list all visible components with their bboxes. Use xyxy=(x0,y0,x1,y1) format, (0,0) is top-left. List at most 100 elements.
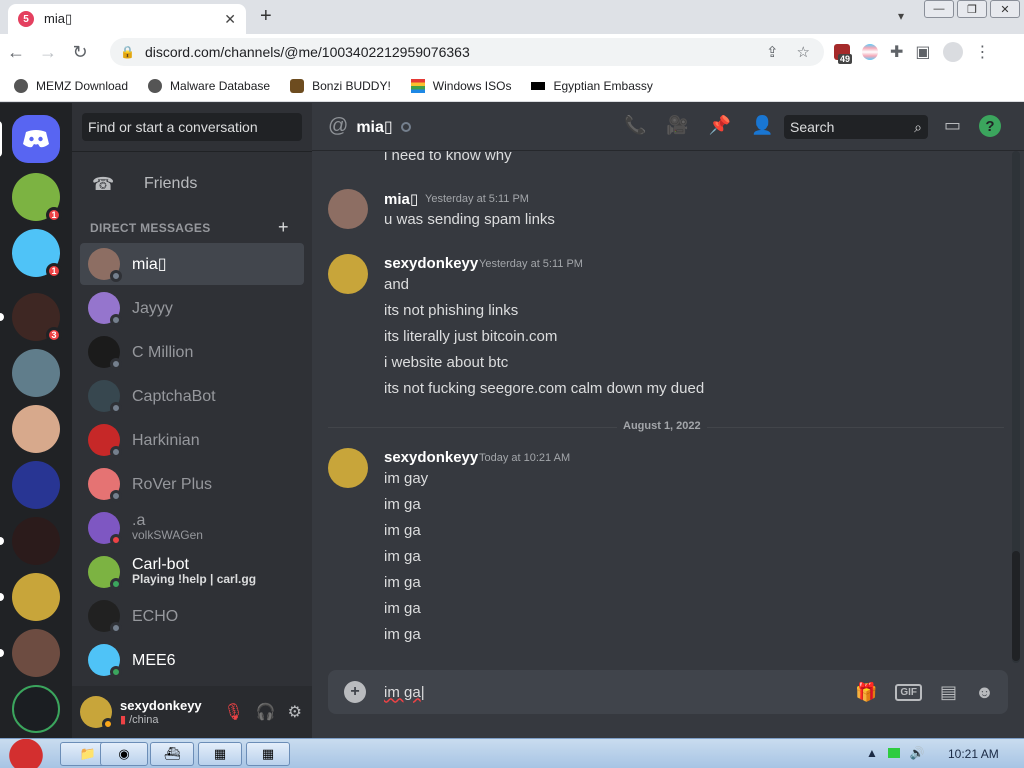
server-valorant[interactable] xyxy=(12,517,60,565)
browser-tab[interactable]: 5 mia▯ ✕ xyxy=(8,4,246,34)
settings-gear-icon[interactable]: ⚙ xyxy=(288,702,302,722)
avatar[interactable] xyxy=(80,696,114,730)
forward-icon[interactable]: → xyxy=(32,42,64,63)
network-icon[interactable] xyxy=(887,748,900,758)
dm-item[interactable]: Harkinian xyxy=(80,419,304,461)
message-timestamp: Yesterday at 5:11 PM xyxy=(425,193,529,205)
voice-call-icon[interactable]: 📞 xyxy=(624,115,646,136)
server-monopoly[interactable] xyxy=(12,461,60,509)
close-tab-icon[interactable]: ✕ xyxy=(224,11,236,28)
message-author[interactable]: sexydonkeyy xyxy=(384,449,478,466)
message-composer[interactable]: + im ga| 🎁 GIF ▤ ☻ xyxy=(328,670,1008,714)
dm-item[interactable]: Jayyy xyxy=(80,287,304,329)
reload-icon[interactable]: ↻ xyxy=(64,42,96,63)
server-face[interactable] xyxy=(12,405,60,453)
dm-name: mia▯ xyxy=(132,255,167,273)
dm-sidebar: Find or start a conversation ☎ Friends D… xyxy=(72,103,312,686)
volume-icon[interactable]: 🔊 xyxy=(910,746,925,760)
avatar xyxy=(88,556,122,590)
dm-item[interactable]: mia▯ xyxy=(80,243,304,285)
dm-name: C Million xyxy=(132,343,194,361)
help-icon[interactable]: ? xyxy=(979,115,1002,137)
server-c[interactable] xyxy=(12,685,60,733)
profile-icon[interactable] xyxy=(942,42,963,62)
taskbar-app[interactable]: ⛴ xyxy=(150,742,194,766)
tray-up-arrow-icon[interactable]: ▲ xyxy=(866,746,878,760)
sidepanel-icon[interactable]: ▣ xyxy=(915,42,930,62)
dm-item[interactable]: CaptchaBot xyxy=(80,375,304,417)
dm-item[interactable]: C Million xyxy=(80,331,304,373)
status-indicator xyxy=(110,402,122,414)
taskbar-app[interactable]: ▦ xyxy=(198,742,242,766)
puzzle-icon[interactable]: ✚ xyxy=(890,42,903,62)
create-dm-icon[interactable]: + xyxy=(278,217,289,238)
friends-nav-item[interactable]: ☎ Friends xyxy=(80,163,304,205)
extension-icon[interactable]: 49 xyxy=(834,44,853,64)
clock[interactable]: 10:21 AM xyxy=(948,747,999,761)
scrollbar-thumb[interactable] xyxy=(1012,551,1020,661)
server-anime[interactable] xyxy=(12,629,60,677)
avatar xyxy=(88,248,122,282)
conversation-search-input[interactable]: Find or start a conversation xyxy=(82,113,302,141)
mute-mic-icon[interactable]: 🎙 xyxy=(223,702,243,722)
browser-tabstrip: 5 mia▯ ✕ + ▾ — ❐ ✕ xyxy=(0,0,1024,34)
server-alien[interactable] xyxy=(12,349,60,397)
bookmark-windows-isos[interactable]: Windows ISOs xyxy=(410,78,511,93)
dm-item[interactable]: MEE6 xyxy=(80,639,304,681)
close-window-icon[interactable]: ✕ xyxy=(990,0,1020,18)
emoji-icon[interactable]: ☻ xyxy=(975,682,994,703)
dm-item[interactable]: ECHO xyxy=(80,595,304,637)
avatar xyxy=(88,380,122,414)
add-friend-icon[interactable]: 👤 xyxy=(751,115,773,136)
gif-icon[interactable]: GIF xyxy=(895,683,923,701)
taskbar-chrome[interactable]: ◉ xyxy=(100,742,148,766)
sticker-icon[interactable]: ▤ xyxy=(940,682,957,703)
taskbar-app[interactable]: ▦ xyxy=(246,742,290,766)
dm-item[interactable]: RoVer Plus xyxy=(80,463,304,505)
tab-search-icon[interactable]: ▾ xyxy=(898,9,904,23)
mention-badge: 1 xyxy=(46,207,62,223)
bookmark-label: Bonzi BUDDY! xyxy=(312,78,391,93)
avatar[interactable] xyxy=(328,254,368,294)
message-author[interactable]: sexydonkeyy xyxy=(384,255,478,272)
new-tab-icon[interactable]: + xyxy=(260,6,272,26)
share-icon[interactable]: ⇪ xyxy=(766,43,779,61)
start-button-angry-bird-icon[interactable] xyxy=(4,739,48,768)
unread-indicator xyxy=(0,537,4,545)
bookmark-memz[interactable]: MEMZ Download xyxy=(14,78,128,93)
server-dark[interactable]: 3 xyxy=(12,293,62,343)
server-mee6[interactable]: 1 xyxy=(12,229,62,279)
extension-icon[interactable] xyxy=(862,44,878,60)
message-text: im ga xyxy=(384,548,421,565)
address-bar[interactable]: 🔒 discord.com/channels/@me/1003402212959… xyxy=(110,38,824,66)
message-input[interactable]: im ga| xyxy=(384,684,855,701)
back-icon[interactable]: ← xyxy=(0,42,32,63)
bookmark-star-icon[interactable]: ☆ xyxy=(797,43,810,61)
windows-flag-icon xyxy=(410,78,425,93)
headphones-icon[interactable]: 🎧 xyxy=(256,702,276,722)
url-text: discord.com/channels/@me/100340221295907… xyxy=(144,44,470,60)
server-turtle[interactable]: 1 xyxy=(12,173,62,223)
chat-search-input[interactable]: Search ⌕ xyxy=(784,115,928,139)
restore-icon[interactable]: ❐ xyxy=(957,0,987,18)
bookmark-egyptian-embassy[interactable]: Egyptian Embassy xyxy=(531,79,653,93)
bookmark-malware-db[interactable]: Malware Database xyxy=(148,78,270,93)
scrollbar[interactable] xyxy=(1012,151,1020,663)
gift-icon[interactable]: 🎁 xyxy=(855,682,877,703)
inbox-icon[interactable]: ▭ xyxy=(944,115,961,137)
message-author[interactable]: mia▯ xyxy=(384,190,418,208)
at-icon: @ xyxy=(328,115,349,137)
dm-item[interactable]: Carl-bot Playing !help | carl.gg xyxy=(80,551,304,593)
avatar[interactable] xyxy=(328,189,368,229)
pin-icon[interactable]: 📌 xyxy=(709,115,731,136)
avatar[interactable] xyxy=(328,448,368,488)
server-dogecoin[interactable] xyxy=(12,573,60,621)
bookmark-bonzi[interactable]: Bonzi BUDDY! xyxy=(290,78,391,93)
dm-text: ECHO xyxy=(132,608,178,624)
upload-plus-icon[interactable]: + xyxy=(344,681,366,703)
video-call-icon[interactable]: 🎥 xyxy=(666,115,688,136)
discord-home-icon[interactable] xyxy=(12,115,60,163)
dm-item[interactable]: .a volkSWAGen xyxy=(80,507,304,549)
minimize-icon[interactable]: — xyxy=(924,0,954,18)
kebab-menu-icon[interactable]: ⋮ xyxy=(975,42,991,62)
